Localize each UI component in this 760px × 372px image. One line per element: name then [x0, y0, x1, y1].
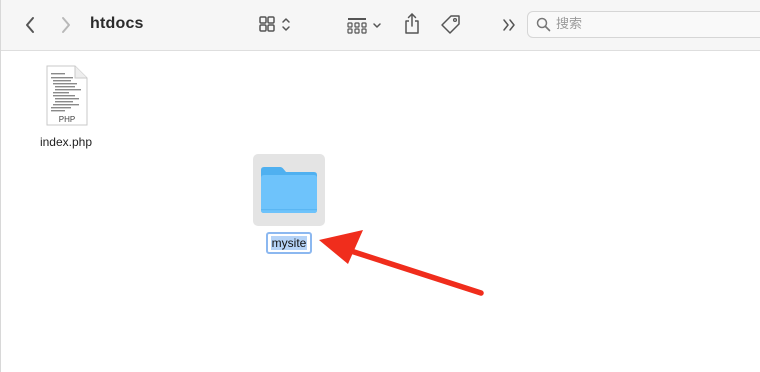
share-button[interactable]: [400, 11, 424, 37]
more-toolbar-button[interactable]: [500, 14, 518, 36]
rename-text[interactable]: mysite: [270, 236, 308, 250]
chevron-right-icon: [62, 17, 70, 33]
back-button[interactable]: [19, 13, 41, 37]
grid-view-icon: [259, 16, 290, 32]
group-by-icon: [347, 18, 381, 34]
double-chevron-right-icon: [503, 19, 515, 31]
file-item-index-php[interactable]: PHP index.php: [34, 65, 98, 149]
folder-item-mysite[interactable]: mysite: [253, 154, 325, 254]
file-name: index.php: [39, 135, 93, 149]
group-by-button[interactable]: [345, 13, 385, 37]
toolbar: htdocs: [1, 0, 760, 51]
chevron-left-icon: [26, 17, 34, 33]
search-icon: [536, 17, 551, 32]
window-title: htdocs: [90, 15, 144, 32]
search-input[interactable]: [556, 15, 756, 34]
file-browser-area[interactable]: PHP index.php mysite: [1, 51, 760, 372]
share-icon: [405, 13, 419, 34]
folder-thumbnail: [253, 154, 325, 226]
search-field[interactable]: [527, 11, 760, 38]
php-document-icon: PHP: [46, 65, 88, 126]
rename-field[interactable]: mysite: [265, 232, 313, 254]
view-mode-button[interactable]: [257, 13, 297, 37]
tag-button[interactable]: [439, 12, 463, 38]
tag-icon: [441, 15, 460, 34]
finder-window: htdocs 搜索 PHP index.php mysite: [0, 0, 760, 372]
folder-icon: [261, 167, 317, 213]
forward-button[interactable]: [55, 13, 77, 37]
php-badge: PHP: [59, 115, 75, 124]
